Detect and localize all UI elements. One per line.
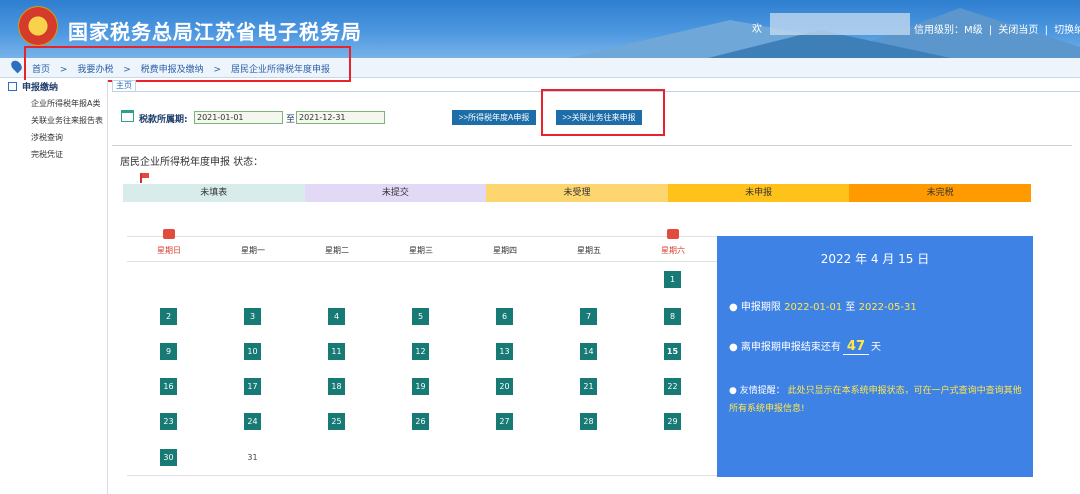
sidebar-item-tax-certificate[interactable]: 完税凭证 bbox=[31, 149, 103, 166]
calendar-day[interactable]: 3 bbox=[244, 308, 261, 325]
calendar-day[interactable]: 6 bbox=[496, 308, 513, 325]
annual-a-filing-button[interactable]: >>所得税年度A申报 bbox=[452, 110, 536, 125]
sidebar-item-related-report[interactable]: 关联业务往来报告表 bbox=[31, 115, 103, 132]
grid-icon bbox=[8, 82, 17, 91]
info-panel: 2022 年 4 月 15 日 ● 申报期限 2022-01-01 至 2022… bbox=[717, 236, 1033, 477]
filing-start-date: 2022-01-01 bbox=[784, 302, 843, 313]
weekday-header: 星期五 bbox=[577, 246, 601, 255]
calendar-day[interactable]: 1 bbox=[664, 271, 681, 288]
status-step: 未提交 bbox=[304, 184, 487, 202]
period-start-input[interactable] bbox=[194, 111, 283, 124]
status-step: 未申报 bbox=[667, 184, 850, 202]
calendar-day[interactable]: 4 bbox=[328, 308, 345, 325]
separator: | bbox=[1044, 25, 1048, 36]
separator: | bbox=[988, 25, 993, 36]
calendar-day[interactable]: 26 bbox=[412, 413, 429, 430]
calendar-day[interactable]: 20 bbox=[496, 378, 513, 395]
filing-deadline-line: ● 申报期限 2022-01-01 至 2022-05-31 bbox=[729, 298, 917, 313]
weekend-marker bbox=[667, 229, 679, 239]
status-title: 居民企业所得税年度申报 状态： bbox=[120, 157, 264, 168]
filing-to: 至 bbox=[845, 302, 856, 313]
calendar-day[interactable]: 17 bbox=[244, 378, 261, 395]
weekend-marker bbox=[163, 229, 175, 239]
calendar-day[interactable]: 11 bbox=[328, 343, 345, 360]
calendar-day[interactable]: 2 bbox=[160, 308, 177, 325]
period-end-input[interactable] bbox=[296, 111, 385, 124]
calendar-day[interactable]: 30 bbox=[160, 449, 177, 466]
reminder-label: ● 友情提醒： bbox=[729, 386, 785, 396]
location-pin-icon bbox=[9, 58, 24, 74]
status-step: 未受理 bbox=[486, 184, 668, 202]
calendar-day[interactable]: 16 bbox=[160, 378, 177, 395]
sidebar-item-tax-query[interactable]: 涉税查询 bbox=[31, 132, 103, 149]
calendar-day[interactable]: 13 bbox=[496, 343, 513, 360]
calendar-day[interactable]: 28 bbox=[580, 413, 597, 430]
remaining-days-unit: 天 bbox=[871, 342, 881, 353]
calendar-day[interactable]: 22 bbox=[664, 378, 681, 395]
sidebar: 申报缴纳 企业所得税年报A类 关联业务往来报告表 涉税查询 完税凭证 bbox=[0, 80, 108, 494]
divider bbox=[112, 145, 1072, 146]
calendar-day[interactable]: 8 bbox=[664, 308, 681, 325]
status-step: 未填表 bbox=[123, 184, 305, 202]
filing-end-date: 2022-05-31 bbox=[858, 302, 917, 313]
tax-emblem-logo bbox=[18, 6, 58, 46]
friendly-reminder: ● 友情提醒： 此处只显示在本系统申报状态，可在一户式查询中查询其他所有系统申报… bbox=[729, 382, 1029, 418]
calendar-day[interactable]: 14 bbox=[580, 343, 597, 360]
switch-taxpayer-link[interactable]: 切换纳税人 bbox=[1054, 25, 1080, 36]
calendar-day[interactable]: 21 bbox=[580, 378, 597, 395]
site-title: 国家税务总局江苏省电子税务局 bbox=[68, 20, 362, 44]
calendar-day[interactable]: 27 bbox=[496, 413, 513, 430]
tax-period-label: 税款所属期: bbox=[139, 115, 188, 125]
weekday-header: 星期四 bbox=[493, 246, 517, 255]
redacted-user-name bbox=[770, 13, 910, 35]
close-page-link[interactable]: 关闭当页 bbox=[998, 25, 1038, 36]
welcome-text: 欢 bbox=[752, 24, 762, 35]
weekday-header: 星期一 bbox=[241, 246, 265, 255]
calendar-day-today[interactable]: 15 bbox=[664, 343, 681, 360]
calendar-day[interactable]: 29 bbox=[664, 413, 681, 430]
calendar-day[interactable]: 5 bbox=[412, 308, 429, 325]
calendar-day[interactable]: 9 bbox=[160, 343, 177, 360]
header-links: 信用级别：M级 | 关闭当页 | 切换纳税人 bbox=[914, 21, 1080, 36]
highlight-box bbox=[24, 46, 351, 82]
sidebar-heading-label: 申报缴纳 bbox=[22, 83, 59, 93]
current-date: 2022 年 4 月 15 日 bbox=[820, 252, 930, 266]
calendar-day[interactable]: 7 bbox=[580, 308, 597, 325]
calendar-border bbox=[127, 475, 717, 476]
weekday-header: 星期三 bbox=[409, 246, 433, 255]
calendar-day[interactable]: 10 bbox=[244, 343, 261, 360]
remaining-days-value: 47 bbox=[842, 339, 869, 355]
calendar-border bbox=[127, 261, 717, 262]
weekday-header: 星期日 bbox=[157, 246, 181, 255]
calendar: 星期日 星期一 星期二 星期三 星期四 星期五 星期六 1 2 3 4 5 6 7 8 9 10 11 12 13 14… bbox=[127, 229, 717, 476]
calendar-day[interactable]: 18 bbox=[328, 378, 345, 395]
status-bar: 未填表 未提交 未受理 未申报 未完税 bbox=[123, 184, 1031, 202]
weekday-header: 星期六 bbox=[661, 246, 685, 255]
status-step: 未完税 bbox=[849, 184, 1031, 202]
calendar-day[interactable]: 24 bbox=[244, 413, 261, 430]
period-to-label: 至 bbox=[286, 115, 296, 125]
calendar-border bbox=[127, 236, 717, 237]
sidebar-heading: 申报缴纳 bbox=[8, 80, 58, 93]
calendar-icon bbox=[121, 110, 134, 122]
remaining-days-line: ● 离申报期申报结束还有 47 天 bbox=[729, 338, 881, 355]
remaining-days-label: ● 离申报期申报结束还有 bbox=[729, 342, 841, 353]
calendar-day[interactable]: 25 bbox=[328, 413, 345, 430]
flag-icon bbox=[140, 173, 149, 183]
filing-deadline-label: ● 申报期限 bbox=[729, 302, 781, 313]
credit-level: 信用级别：M级 bbox=[914, 25, 983, 36]
calendar-day[interactable]: 31 bbox=[244, 449, 261, 466]
calendar-day[interactable]: 19 bbox=[412, 378, 429, 395]
calendar-day[interactable]: 12 bbox=[412, 343, 429, 360]
calendar-day[interactable]: 23 bbox=[160, 413, 177, 430]
sidebar-item-annual-a[interactable]: 企业所得税年报A类 bbox=[31, 98, 103, 115]
weekday-header: 星期二 bbox=[325, 246, 349, 255]
sidebar-list: 企业所得税年报A类 关联业务往来报告表 涉税查询 完税凭证 bbox=[31, 98, 103, 166]
highlight-box bbox=[541, 89, 665, 136]
